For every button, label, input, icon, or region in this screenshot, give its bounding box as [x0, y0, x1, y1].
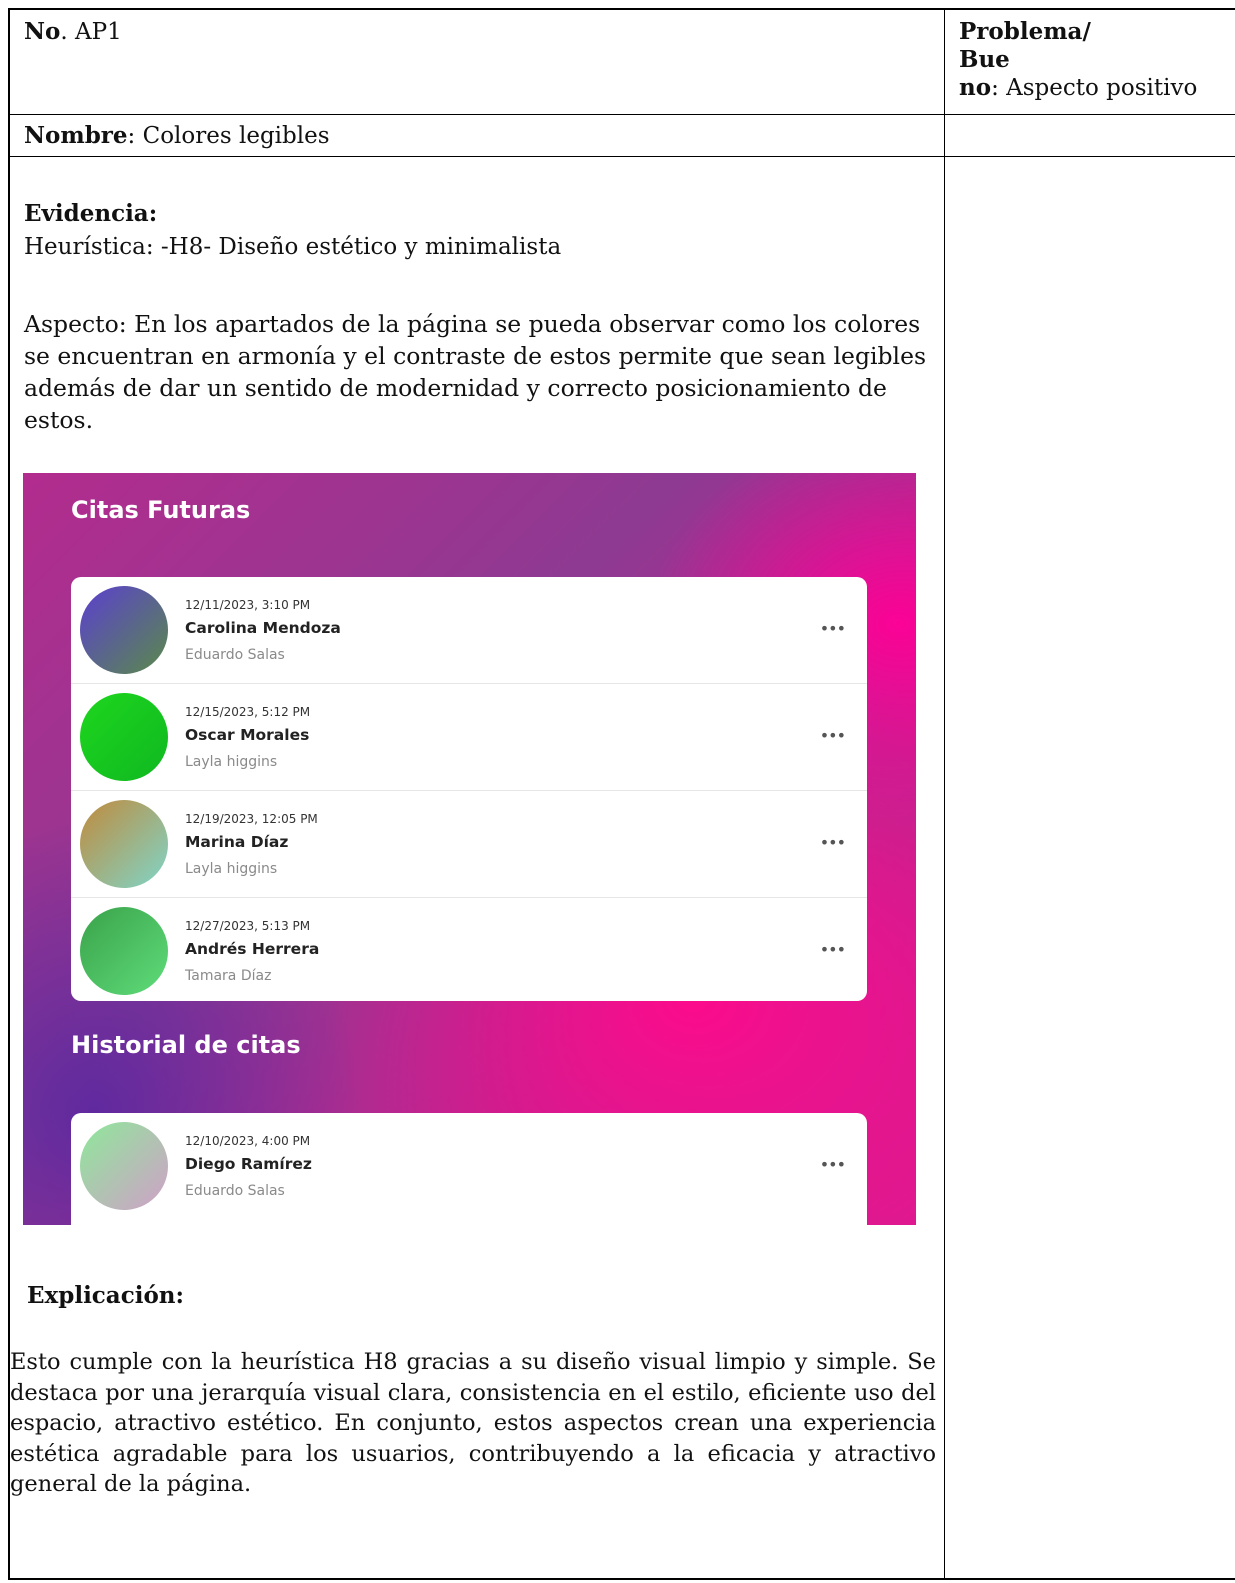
patient-name: Diego Ramírez [185, 1155, 312, 1173]
provider-name: Eduardo Salas [185, 1183, 285, 1199]
more-horizontal-icon[interactable]: ••• [820, 1155, 846, 1174]
avatar [80, 1122, 168, 1210]
avatar [80, 800, 168, 888]
provider-name: Layla higgins [185, 754, 278, 770]
more-horizontal-icon[interactable]: ••• [820, 940, 846, 959]
problem-number: No. AP1 [24, 18, 122, 45]
patient-name: Andrés Herrera [185, 940, 320, 958]
problem-type: Problema/ Bue no: Aspecto positivo [959, 18, 1198, 101]
avatar [80, 586, 168, 674]
table-border-bottom [8, 1578, 1235, 1580]
history-appointments-card: 12/10/2023, 4:00 PM Diego Ramírez Eduardo … [71, 1113, 867, 1225]
avatar [80, 907, 168, 995]
appointment-row[interactable]: 12/15/2023, 5:12 PM Oscar Morales Layla hi… [71, 684, 867, 791]
appointment-row[interactable]: 12/11/2023, 3:10 PM Carolina Mendoza Eduar… [71, 577, 867, 684]
appointment-datetime: 12/15/2023, 5:12 PM [185, 705, 311, 719]
explanation-text: Esto cumple con la heurística H8 gracias… [10, 1349, 936, 1497]
table-border-left [8, 8, 10, 1580]
more-horizontal-icon[interactable]: ••• [820, 726, 846, 745]
aspect-text: Aspecto: En los apartados de la página s… [24, 310, 927, 434]
appointment-datetime: 12/19/2023, 12:05 PM [185, 812, 318, 826]
appointment-row[interactable]: 12/19/2023, 12:05 PM Marina Díaz Layla hig… [71, 791, 867, 898]
appointment-datetime: 12/11/2023, 3:10 PM [185, 598, 311, 612]
appointment-row[interactable]: 12/10/2023, 4:00 PM Diego Ramírez Eduardo … [71, 1113, 867, 1219]
appointment-row[interactable]: 12/27/2023, 5:13 PM Andrés Herrera Tamara… [71, 898, 867, 1001]
more-horizontal-icon[interactable]: ••• [820, 619, 846, 638]
problem-name: Nombre: Colores legibles [24, 122, 330, 149]
section-title-future: Citas Futuras [71, 496, 251, 524]
explanation-title: Explicación: [27, 1282, 185, 1309]
avatar [80, 693, 168, 781]
appointment-datetime: 12/27/2023, 5:13 PM [185, 919, 311, 933]
provider-name: Tamara Díaz [185, 968, 272, 984]
provider-name: Layla higgins [185, 861, 278, 877]
patient-name: Marina Díaz [185, 833, 289, 851]
table-divider [8, 156, 1235, 157]
provider-name: Eduardo Salas [185, 647, 285, 663]
heuristic-text: Heurística: -H8- Diseño estético y minim… [24, 234, 562, 260]
patient-name: Carolina Mendoza [185, 619, 341, 637]
table-divider [8, 114, 1235, 115]
section-title-history: Historial de citas [71, 1031, 301, 1059]
evidence-title: Evidencia: [24, 200, 158, 227]
appointment-datetime: 12/10/2023, 4:00 PM [185, 1134, 311, 1148]
evidence-screenshot: Citas Futuras 12/11/2023, 3:10 PM Carolin… [23, 473, 916, 1225]
table-column-divider [944, 8, 945, 1580]
table-border-top [8, 8, 1235, 10]
more-horizontal-icon[interactable]: ••• [820, 833, 846, 852]
future-appointments-card: 12/11/2023, 3:10 PM Carolina Mendoza Eduar… [71, 577, 867, 1001]
patient-name: Oscar Morales [185, 726, 310, 744]
